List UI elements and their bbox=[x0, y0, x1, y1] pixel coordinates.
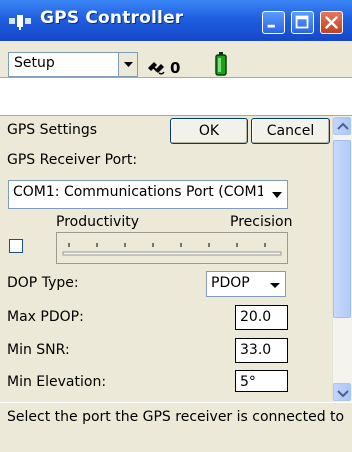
chevron-down-icon bbox=[124, 62, 133, 67]
min-snr-label: Min SNR: bbox=[7, 342, 70, 358]
satellite-count: 0 bbox=[170, 59, 181, 77]
chevron-down-icon[interactable] bbox=[268, 182, 286, 207]
battery-icon bbox=[215, 52, 227, 76]
receiver-port-value: COM1: Communications Port (COM1) bbox=[13, 184, 263, 200]
chevron-down-icon bbox=[337, 390, 349, 398]
maximize-button[interactable] bbox=[291, 11, 314, 34]
min-elevation-label: Min Elevation: bbox=[7, 374, 107, 390]
receiver-port-label: GPS Receiver Port: bbox=[7, 152, 138, 168]
chevron-down-icon[interactable] bbox=[266, 273, 284, 297]
satellite-app-icon bbox=[9, 15, 31, 30]
satellite-icon bbox=[148, 62, 165, 75]
scroll-down-button[interactable] bbox=[333, 383, 351, 401]
slider-left-label: Productivity bbox=[56, 214, 139, 230]
receiver-port-select[interactable]: COM1: Communications Port (COM1) bbox=[8, 180, 288, 209]
close-button[interactable] bbox=[320, 11, 343, 34]
productivity-checkbox[interactable] bbox=[9, 239, 23, 253]
productivity-precision-slider[interactable] bbox=[56, 232, 288, 264]
min-elevation-input[interactable]: 5° bbox=[235, 370, 288, 392]
ok-button[interactable]: OK bbox=[170, 118, 248, 144]
scrollbar-thumb[interactable] bbox=[333, 140, 351, 318]
dop-type-value: PDOP bbox=[211, 275, 250, 291]
max-pdop-label: Max PDOP: bbox=[7, 309, 84, 325]
cancel-button[interactable]: Cancel bbox=[251, 118, 330, 144]
status-text: Select the port the GPS receiver is conn… bbox=[7, 409, 345, 425]
close-icon bbox=[325, 16, 338, 29]
minimize-icon bbox=[267, 24, 275, 28]
slider-track[interactable] bbox=[57, 233, 287, 263]
slider-right-label: Precision bbox=[230, 214, 293, 230]
min-snr-input[interactable]: 33.0 bbox=[235, 338, 288, 363]
setup-dropdown-button[interactable] bbox=[118, 53, 137, 76]
maximize-icon bbox=[295, 15, 309, 29]
blank-bar bbox=[0, 78, 352, 116]
scroll-up-button[interactable] bbox=[333, 117, 351, 135]
setup-menu-label: Setup bbox=[14, 55, 55, 71]
section-title: GPS Settings bbox=[7, 122, 98, 138]
minimize-button[interactable] bbox=[262, 11, 285, 34]
dop-type-label: DOP Type: bbox=[7, 275, 79, 291]
chevron-up-icon bbox=[337, 122, 349, 130]
window-title: GPS Controller bbox=[40, 8, 184, 28]
max-pdop-input[interactable]: 20.0 bbox=[235, 305, 288, 330]
dop-type-select[interactable]: PDOP bbox=[206, 271, 286, 297]
